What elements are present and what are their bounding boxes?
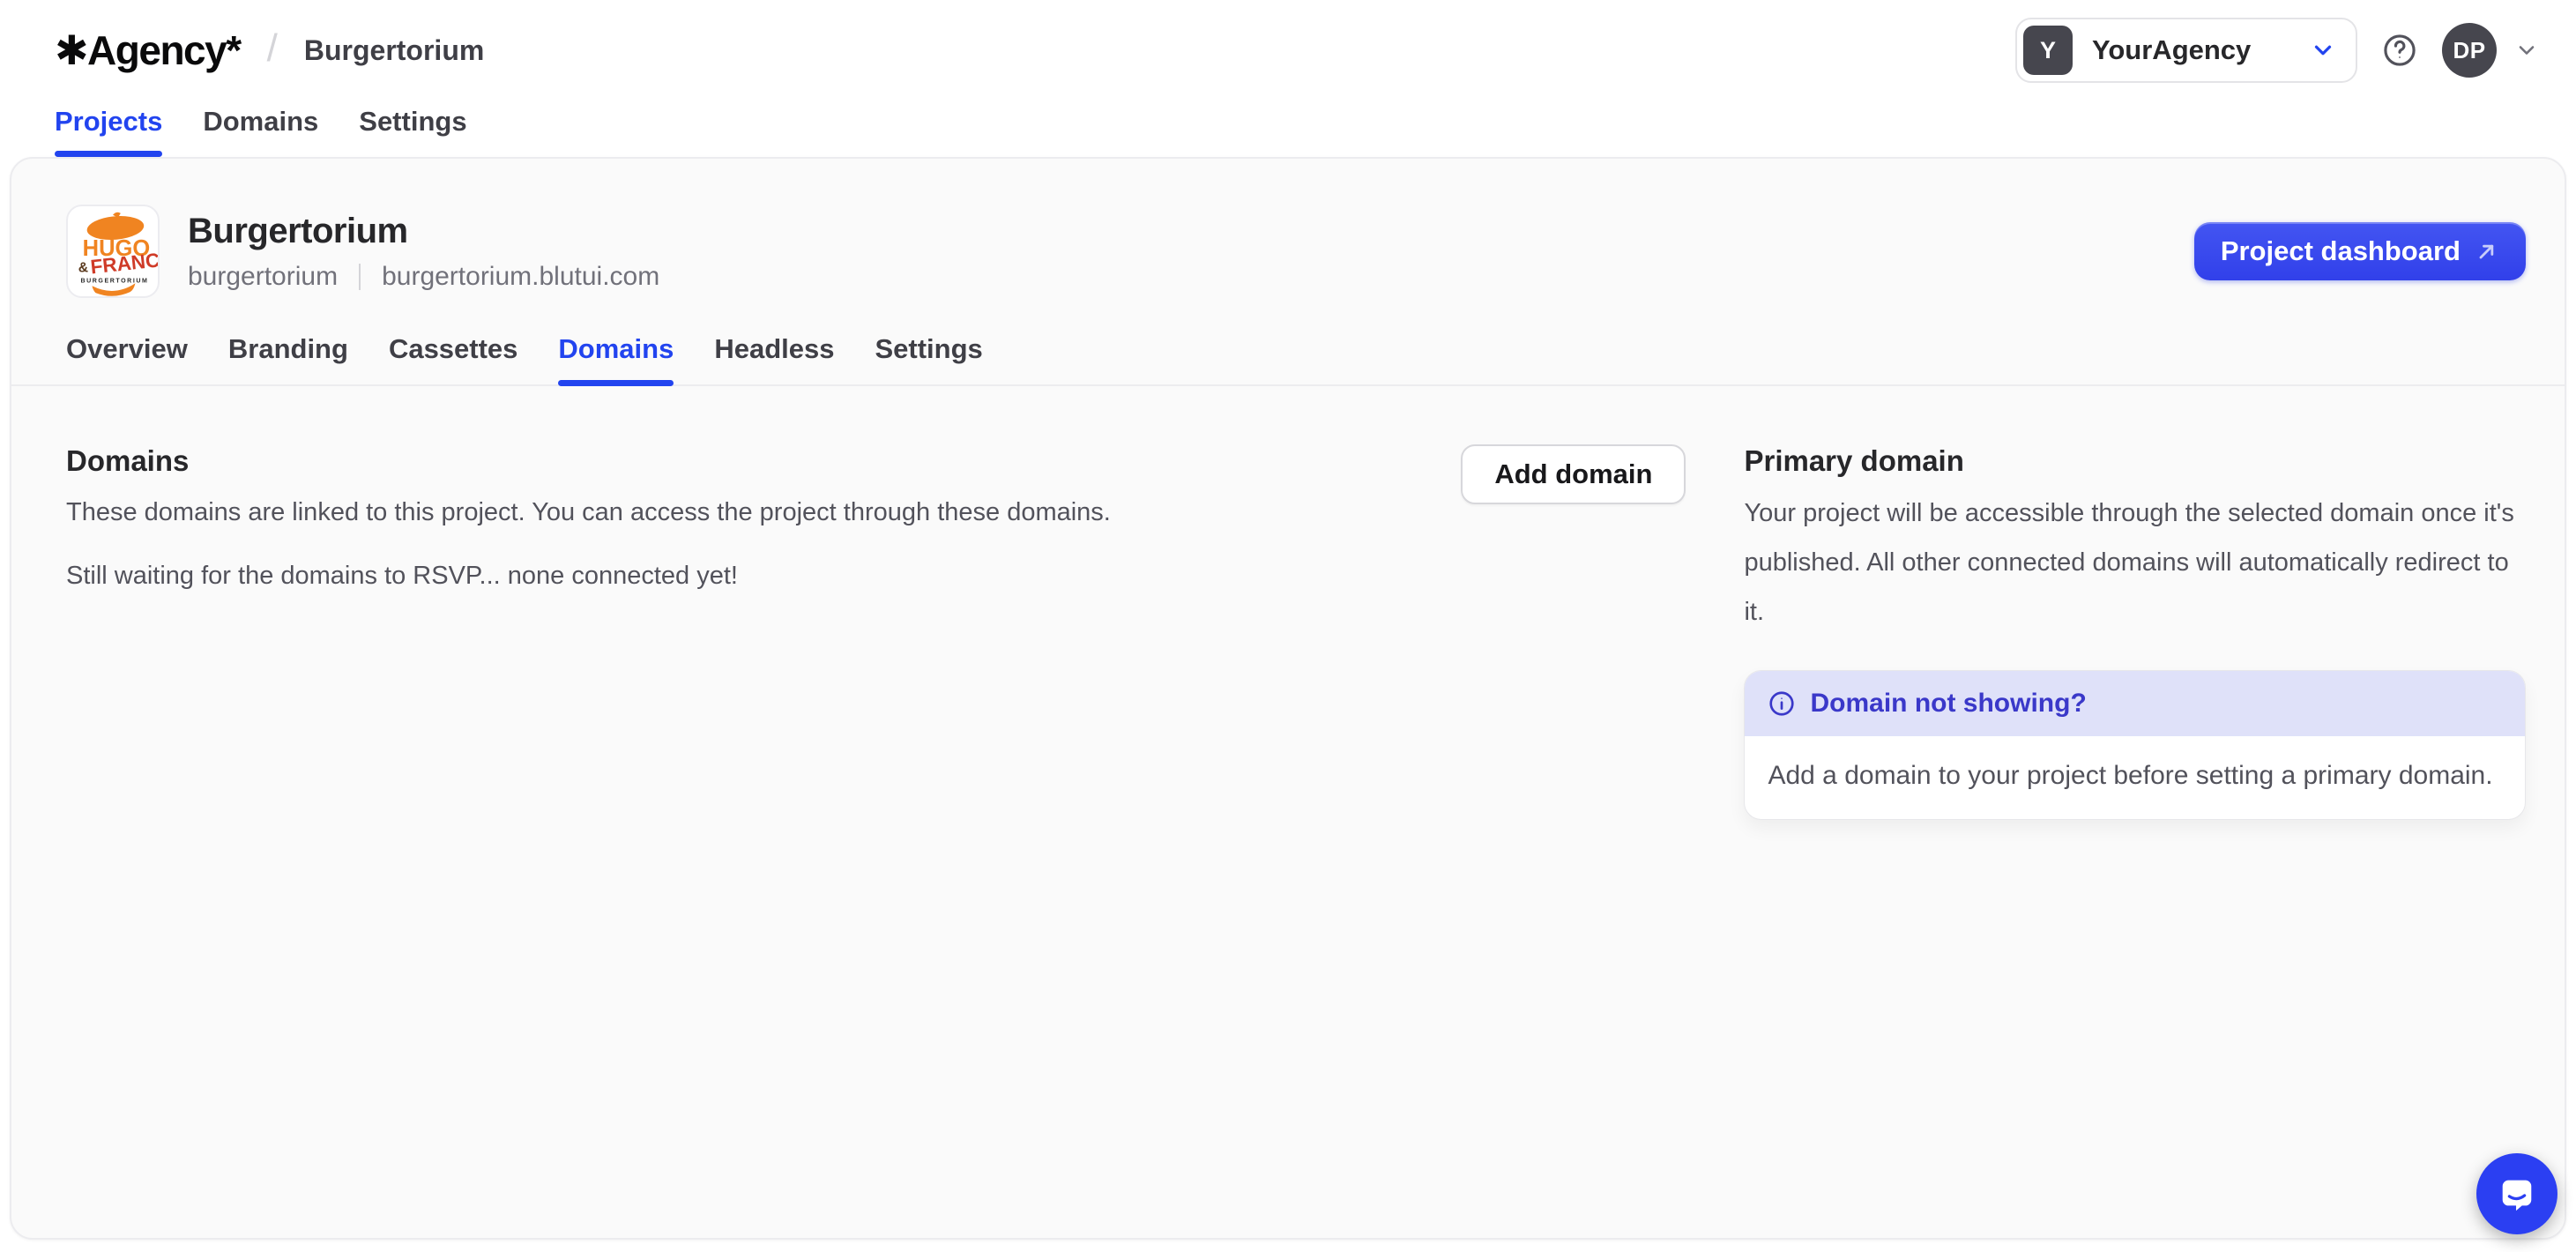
chat-launcher-button[interactable] — [2476, 1153, 2557, 1234]
project-tab-overview[interactable]: Overview — [66, 333, 188, 384]
project-title: Burgertorium — [188, 212, 659, 251]
breadcrumb-separator: / — [267, 26, 278, 71]
divider — [359, 264, 361, 290]
agency-switcher[interactable]: Y YourAgency — [2015, 18, 2357, 83]
project-header: HUGO & FRANCS BURGERTORIUM Burgertorium … — [11, 159, 2565, 298]
top-bar-actions: Y YourAgency DP — [2015, 18, 2539, 83]
domains-content: Domains These domains are linked to this… — [11, 386, 2565, 820]
top-bar: ✱Agency* / Burgertorium Y YourAgency DP — [0, 0, 2576, 95]
project-logo: HUGO & FRANCS BURGERTORIUM — [66, 205, 160, 298]
project-slug: burgertorium — [188, 262, 338, 292]
user-avatar[interactable]: DP — [2442, 23, 2497, 78]
project-card: HUGO & FRANCS BURGERTORIUM Burgertorium … — [10, 157, 2566, 1240]
project-tab-cassettes[interactable]: Cassettes — [389, 333, 517, 384]
callout-body: Add a domain to your project before sett… — [1745, 736, 2525, 819]
domains-section: Domains These domains are linked to this… — [66, 444, 1686, 598]
nav-tab-domains[interactable]: Domains — [203, 106, 318, 157]
project-tab-headless[interactable]: Headless — [714, 333, 834, 384]
project-preview-domain: burgertorium.blutui.com — [382, 262, 659, 292]
project-tab-branding[interactable]: Branding — [228, 333, 348, 384]
primary-domain-heading: Primary domain — [1744, 444, 2526, 478]
project-dashboard-button[interactable]: Project dashboard — [2194, 222, 2526, 280]
project-tab-domains[interactable]: Domains — [558, 333, 674, 384]
breadcrumb: ✱Agency* / Burgertorium — [55, 26, 484, 74]
domain-not-showing-callout: Domain not showing? Add a domain to your… — [1744, 670, 2526, 820]
project-tab-settings[interactable]: Settings — [875, 333, 982, 384]
chat-bubble-icon — [2497, 1174, 2537, 1214]
info-icon — [1768, 689, 1796, 718]
primary-domain-description: Your project will be accessible through … — [1744, 488, 2526, 637]
nav-tab-settings[interactable]: Settings — [359, 106, 466, 157]
callout-title: Domain not showing? — [1810, 689, 2086, 719]
project-dashboard-label: Project dashboard — [2221, 235, 2461, 267]
domains-description: These domains are linked to this project… — [66, 490, 1111, 534]
project-tabs: Overview Branding Cassettes Domains Head… — [11, 298, 2565, 386]
user-menu-chevron-icon[interactable] — [2514, 38, 2539, 63]
add-domain-button[interactable]: Add domain — [1461, 444, 1686, 504]
external-link-icon — [2475, 239, 2499, 264]
help-icon[interactable] — [2380, 31, 2419, 70]
project-meta: Burgertorium burgertorium burgertorium.b… — [188, 212, 659, 292]
chevron-down-icon — [2310, 37, 2336, 63]
nav-tab-projects[interactable]: Projects — [55, 106, 162, 157]
domains-heading: Domains — [66, 444, 1111, 478]
logo-word-burgertorium: BURGERTORIUM — [80, 278, 148, 284]
logo-ampersand: & — [78, 261, 88, 276]
agency-logo[interactable]: ✱Agency* — [55, 26, 241, 74]
agency-nav: Projects Domains Settings — [0, 95, 2576, 157]
agency-badge: Y — [2023, 26, 2073, 75]
domains-empty-state: Still waiting for the domains to RSVP...… — [66, 554, 1111, 598]
agency-switcher-label: YourAgency — [2092, 34, 2251, 66]
primary-domain-section: Primary domain Your project will be acce… — [1744, 444, 2526, 820]
breadcrumb-project-name: Burgertorium — [304, 34, 484, 67]
